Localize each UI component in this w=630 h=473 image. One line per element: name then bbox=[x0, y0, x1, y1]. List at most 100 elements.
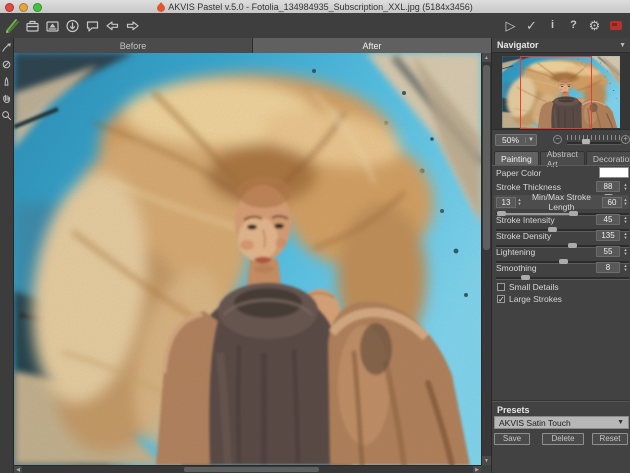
save-button[interactable] bbox=[43, 15, 62, 36]
smoothing-value[interactable]: 8 bbox=[596, 262, 620, 273]
stroke-thickness-value[interactable]: 88 bbox=[596, 181, 620, 192]
after-image bbox=[14, 53, 481, 465]
feedback-button[interactable] bbox=[606, 15, 625, 36]
stroke-length-min-stepper[interactable]: ▲▼ bbox=[516, 198, 523, 206]
preset-reset-button[interactable]: Reset bbox=[592, 433, 628, 445]
scroll-left-button[interactable]: ◀ bbox=[14, 466, 22, 473]
large-strokes-option[interactable]: ✓ Large Strokes bbox=[497, 294, 562, 304]
run-button[interactable]: ▷ bbox=[501, 15, 520, 36]
window-title: AKVIS Pastel v.5.0 - Fotolia_134984935_S… bbox=[168, 2, 473, 12]
question-icon: ? bbox=[570, 20, 577, 31]
preset-dropdown-caret-icon: ▼ bbox=[617, 419, 624, 426]
zoom-slider[interactable] bbox=[567, 135, 621, 145]
stroke-intensity-row: Stroke Intensity 45 ▲▼ bbox=[496, 214, 629, 226]
preset-delete-button[interactable]: Delete bbox=[542, 433, 584, 445]
zoom-controls: 50% ▼ − + bbox=[492, 133, 630, 148]
small-details-checkbox[interactable] bbox=[497, 283, 505, 291]
zoom-dropdown-caret-icon: ▼ bbox=[525, 137, 536, 143]
presets-title: Presets bbox=[497, 405, 530, 415]
stroke-density-row: Stroke Density 135 ▲▼ bbox=[496, 230, 629, 242]
stroke-direction-tool[interactable] bbox=[1, 58, 13, 70]
quick-preview-tool[interactable] bbox=[1, 41, 13, 53]
tool-rail bbox=[0, 38, 14, 473]
navigator-preview[interactable] bbox=[492, 52, 630, 130]
navigator-view-frame[interactable] bbox=[520, 56, 592, 129]
navigator-collapse-icon[interactable]: ▼ bbox=[619, 42, 626, 49]
run-icon: ▷ bbox=[506, 19, 516, 32]
stroke-intensity-value[interactable]: 45 bbox=[596, 214, 620, 225]
smoothing-handle[interactable] bbox=[521, 275, 530, 280]
help-button[interactable]: ? bbox=[564, 15, 583, 36]
paper-color-swatch[interactable] bbox=[599, 167, 629, 178]
stroke-density-value[interactable]: 135 bbox=[596, 230, 620, 241]
navigator-header[interactable]: Navigator ▼ bbox=[492, 38, 630, 52]
gear-icon: ⚙ bbox=[589, 19, 601, 32]
stroke-intensity-stepper[interactable]: ▲▼ bbox=[622, 214, 629, 225]
tab-before[interactable]: Before bbox=[14, 38, 252, 53]
share-button[interactable] bbox=[83, 15, 102, 36]
about-button[interactable]: i bbox=[543, 15, 562, 36]
paper-color-label: Paper Color bbox=[496, 168, 541, 178]
app-window: AKVIS Pastel v.5.0 - Fotolia_134984935_S… bbox=[0, 0, 630, 473]
preset-dropdown[interactable]: AKVIS Satin Touch ▼ bbox=[494, 416, 629, 429]
navigator-title: Navigator bbox=[497, 40, 539, 50]
zoom-slider-ticks bbox=[567, 135, 621, 140]
feedback-icon bbox=[610, 21, 622, 30]
print-button[interactable] bbox=[63, 15, 82, 36]
close-window-button[interactable] bbox=[5, 3, 14, 12]
stroke-thickness-stepper[interactable]: ▲▼ bbox=[622, 181, 629, 192]
tab-after[interactable]: After bbox=[253, 38, 491, 53]
lightening-value[interactable]: 55 bbox=[596, 246, 620, 257]
preset-selected-value: AKVIS Satin Touch bbox=[499, 418, 617, 428]
main-toolbar: ▷ ✓ i ? ⚙ bbox=[0, 13, 630, 39]
stroke-length-min-value[interactable]: 13 bbox=[496, 197, 516, 208]
hand-tool[interactable] bbox=[1, 92, 13, 104]
preferences-button[interactable]: ⚙ bbox=[585, 15, 604, 36]
apply-button[interactable]: ✓ bbox=[522, 15, 541, 36]
zoom-slider-handle[interactable] bbox=[582, 139, 590, 144]
zoom-window-button[interactable] bbox=[33, 3, 42, 12]
paper-color-row: Paper Color bbox=[496, 167, 629, 179]
zoom-level-dropdown[interactable]: 50% ▼ bbox=[495, 134, 537, 146]
stroke-length-row: 13 ▲▼ Min/Max Stroke Length 60 ▲▼ bbox=[494, 195, 629, 209]
zoom-out-button[interactable]: − bbox=[553, 135, 562, 144]
apply-check-icon: ✓ bbox=[526, 19, 537, 32]
large-strokes-label: Large Strokes bbox=[509, 294, 562, 304]
pastel-logo-icon[interactable] bbox=[3, 15, 22, 36]
zoom-in-button[interactable]: + bbox=[621, 135, 630, 144]
tab-painting[interactable]: Painting bbox=[494, 151, 539, 165]
vertical-scroll-thumb[interactable] bbox=[483, 65, 490, 250]
window-controls bbox=[5, 3, 42, 12]
redo-button[interactable] bbox=[123, 15, 142, 36]
smoothing-stepper[interactable]: ▲▼ bbox=[622, 262, 629, 273]
open-button[interactable] bbox=[23, 15, 42, 36]
scroll-up-button[interactable]: ▲ bbox=[482, 53, 491, 62]
preset-save-button[interactable]: Save bbox=[494, 433, 530, 445]
smoothing-row: Smoothing 8 ▲▼ bbox=[496, 262, 629, 274]
small-details-option[interactable]: Small Details bbox=[497, 282, 559, 292]
large-strokes-checkbox[interactable]: ✓ bbox=[497, 295, 505, 303]
zoom-tool[interactable] bbox=[1, 109, 13, 121]
horizontal-scroll-thumb[interactable] bbox=[184, 467, 319, 472]
tab-decoration[interactable]: Decoration bbox=[586, 151, 630, 165]
horizontal-scrollbar[interactable]: ◀ ▶ bbox=[14, 465, 481, 473]
zoom-slider-track[interactable] bbox=[567, 142, 621, 145]
stroke-density-stepper[interactable]: ▲▼ bbox=[622, 230, 629, 241]
stroke-length-max-value[interactable]: 60 bbox=[602, 197, 622, 208]
tab-abstract-art[interactable]: Abstract Art bbox=[540, 151, 585, 165]
scroll-down-button[interactable]: ▼ bbox=[482, 456, 491, 465]
zoom-level-value: 50% bbox=[496, 135, 525, 145]
lightening-row: Lightening 55 ▲▼ bbox=[496, 246, 629, 258]
stroke-length-max-stepper[interactable]: ▲▼ bbox=[622, 198, 629, 206]
scroll-right-button[interactable]: ▶ bbox=[473, 466, 481, 473]
view-tab-bar: Before After bbox=[14, 38, 491, 53]
lightening-stepper[interactable]: ▲▼ bbox=[622, 246, 629, 257]
vertical-scrollbar[interactable]: ▲ ▼ bbox=[481, 53, 491, 465]
smudge-tool[interactable] bbox=[1, 75, 13, 87]
image-canvas[interactable] bbox=[14, 53, 481, 465]
minimize-window-button[interactable] bbox=[19, 3, 28, 12]
app-icon bbox=[157, 2, 165, 12]
undo-button[interactable] bbox=[103, 15, 122, 36]
settings-panel: Navigator ▼ 50% ▼ − + Painting Abstr bbox=[491, 38, 630, 473]
smoothing-slider[interactable] bbox=[496, 274, 629, 281]
